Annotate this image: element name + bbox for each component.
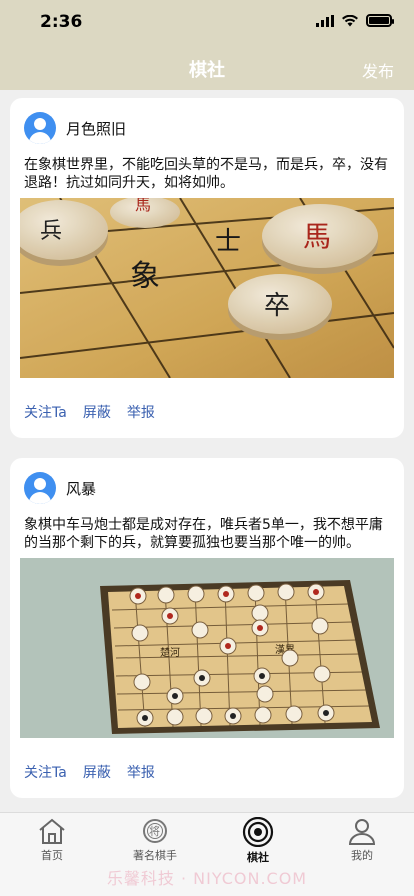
tab-famous-players-label: 著名棋手	[133, 849, 177, 862]
profile-icon	[348, 819, 376, 845]
page-title: 棋社	[189, 60, 225, 81]
follow-button[interactable]: 关注Ta	[24, 402, 67, 422]
post-header: 风暴	[24, 472, 96, 504]
post-header: 月色照旧	[24, 112, 126, 144]
wifi-icon	[342, 14, 358, 26]
avatar[interactable]	[24, 112, 56, 144]
tab-home[interactable]: 首页	[12, 817, 92, 867]
report-button[interactable]: 举报	[127, 762, 155, 782]
post-actions: 关注Ta 屏蔽 举报	[24, 402, 155, 422]
post-text: 在象棋世界里，不能吃回头草的不是马，而是兵，卒，没有退路！抗过如同升天，如将如帅…	[24, 157, 388, 191]
status-time: 2:36	[40, 12, 83, 32]
username[interactable]: 风暴	[66, 478, 96, 499]
status-icons	[316, 14, 394, 27]
username[interactable]: 月色照旧	[66, 118, 126, 139]
post-text: 象棋中车马炮士都是成对存在，唯兵者5单一，我不想平庸的当那个剩下的兵，就算要孤独…	[24, 517, 383, 551]
post-card: 月色照旧 在象棋世界里，不能吃回头草的不是马，而是兵，卒，没有退路！抗过如同升天…	[10, 98, 404, 438]
avatar[interactable]	[24, 472, 56, 504]
svg-text:楚河: 楚河	[160, 646, 180, 659]
report-button[interactable]: 举报	[127, 402, 155, 422]
battery-icon	[366, 14, 394, 27]
publish-button[interactable]: 发布	[362, 58, 394, 82]
block-button[interactable]: 屏蔽	[83, 762, 111, 782]
post-image[interactable]: 兵 馬 馬 象 士 卒	[20, 198, 394, 378]
tab-bar: 首页 将 著名棋手 棋社 我的 乐馨科技 · NIYCON.COM	[0, 812, 414, 896]
status-bar: 2:36	[0, 0, 414, 44]
svg-text:将: 将	[149, 825, 160, 838]
watermark: 乐馨科技 · NIYCON.COM	[106, 869, 308, 888]
block-button[interactable]: 屏蔽	[83, 402, 111, 422]
post-actions: 关注Ta 屏蔽 举报	[24, 762, 155, 782]
tab-profile-label: 我的	[351, 849, 373, 862]
post-feed[interactable]: 月色照旧 在象棋世界里，不能吃回头草的不是马，而是兵，卒，没有退路！抗过如同升天…	[0, 90, 414, 812]
post-card: 风暴 象棋中车马炮士都是成对存在，唯兵者5单一，我不想平庸的当那个剩下的兵，就算…	[10, 458, 404, 798]
tab-home-label: 首页	[41, 849, 63, 862]
chess-piece-icon: 将	[143, 819, 167, 843]
tab-club[interactable]: 棋社	[218, 817, 298, 867]
nav-bar: 棋社 发布	[0, 44, 414, 90]
tab-famous-players[interactable]: 将 著名棋手	[115, 817, 195, 867]
tab-club-label: 棋社	[247, 851, 269, 864]
club-icon	[242, 817, 274, 847]
follow-button[interactable]: 关注Ta	[24, 762, 67, 782]
signal-icon	[316, 14, 334, 27]
home-icon	[39, 818, 65, 844]
post-image[interactable]: 楚河 漢界	[20, 558, 394, 738]
tab-profile[interactable]: 我的	[322, 817, 402, 867]
